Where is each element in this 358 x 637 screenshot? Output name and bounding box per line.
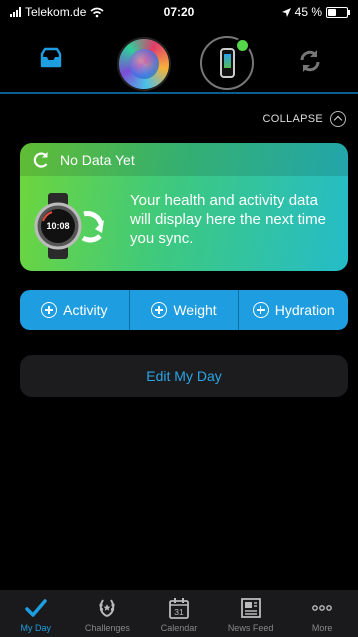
top-nav — [0, 24, 358, 94]
sync-button[interactable] — [297, 48, 323, 74]
plus-circle-icon — [252, 302, 269, 318]
tab-label: News Feed — [227, 623, 274, 633]
tab-challenges[interactable]: Challenges — [72, 590, 144, 637]
chevron-up-icon — [330, 111, 346, 127]
tab-news-feed[interactable]: News Feed — [215, 590, 287, 637]
more-icon — [312, 605, 333, 611]
tab-my-day[interactable]: My Day — [0, 590, 72, 637]
sync-icon — [300, 50, 320, 72]
phone-device-icon — [220, 48, 235, 78]
quick-actions: Activity Weight Hydration — [20, 290, 348, 330]
no-data-card: No Data Yet 10:08 Your health and activi… — [20, 143, 348, 271]
collapse-button[interactable]: COLLAPSE — [263, 111, 346, 127]
news-icon — [240, 598, 261, 618]
battery-icon — [326, 6, 350, 18]
add-hydration-label: Hydration — [274, 302, 335, 318]
tab-label: Calendar — [160, 623, 198, 633]
status-right: 45 % — [281, 5, 350, 19]
watch-sync-icon: 10:08 — [34, 193, 104, 259]
watch-time: 10:08 — [46, 221, 69, 231]
edit-my-day-button[interactable]: Edit My Day — [20, 355, 348, 397]
tab-label: Challenges — [84, 623, 130, 633]
battery-fill — [328, 8, 336, 16]
add-activity-button[interactable]: Activity — [20, 290, 130, 330]
add-activity-label: Activity — [63, 302, 108, 318]
card-message: Your health and activity data will displ… — [130, 192, 326, 247]
tab-label: More — [311, 623, 333, 633]
laurel-icon — [99, 599, 115, 617]
tab-more[interactable]: More — [286, 590, 358, 637]
collapse-label: COLLAPSE — [262, 113, 323, 125]
device-status-dot — [235, 38, 250, 53]
inbox-icon — [40, 47, 62, 68]
tab-calendar[interactable]: 31 Calendar — [143, 590, 215, 637]
calendar-day: 31 — [174, 607, 184, 617]
battery-percent: 45 % — [294, 5, 322, 19]
card-header: No Data Yet — [20, 143, 348, 176]
plus-circle-icon — [151, 302, 168, 318]
tab-bar: My Day Challenges 31 Calendar News Feed … — [0, 590, 358, 637]
status-bar: Telekom.de 07:20 45 % — [0, 0, 358, 24]
location-icon — [281, 7, 291, 17]
add-weight-button[interactable]: Weight — [130, 290, 240, 330]
plus-circle-icon — [41, 302, 58, 318]
add-hydration-button[interactable]: Hydration — [239, 290, 348, 330]
inbox-button[interactable] — [36, 44, 66, 74]
card-title: No Data Yet — [60, 151, 135, 168]
calendar-icon: 31 — [169, 598, 189, 619]
device-button[interactable] — [200, 36, 254, 90]
tab-label: My Day — [20, 623, 52, 633]
check-icon — [25, 599, 47, 617]
avatar[interactable] — [117, 37, 171, 91]
nav-divider — [0, 92, 358, 94]
add-weight-label: Weight — [173, 302, 217, 318]
refresh-icon — [33, 151, 48, 168]
